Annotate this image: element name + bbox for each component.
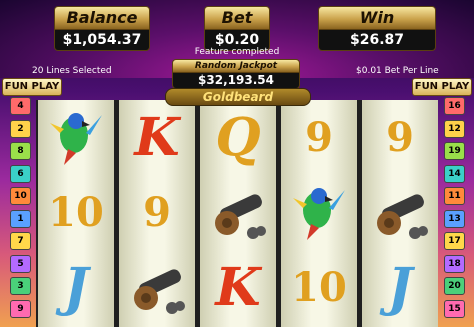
line-badge-11[interactable]: 11	[444, 187, 465, 205]
bet-panel[interactable]: Bet $0.20	[204, 6, 270, 51]
line-badge-4[interactable]: 4	[10, 97, 31, 115]
reel-2: K 9	[119, 100, 195, 327]
reel-1-symbol-3: J	[38, 250, 114, 325]
lines-selected: 20 Lines Selected	[32, 66, 112, 76]
line-badge-13[interactable]: 13	[444, 209, 465, 228]
symbol-k: K	[134, 107, 180, 168]
jackpot-panel: Random Jackpot $32,193.54	[172, 59, 300, 89]
symbol-ten: 10	[291, 264, 347, 311]
reel-5-symbol-3: J	[362, 250, 438, 325]
symbol-nine: 9	[143, 189, 171, 236]
symbol-k: K	[215, 257, 261, 318]
parrot-icon	[293, 187, 345, 240]
win-panel: Win $26.87	[318, 6, 436, 51]
status-text: Feature completed	[194, 47, 280, 57]
symbol-ten: 10	[48, 189, 104, 236]
line-badge-18[interactable]: 18	[444, 254, 465, 273]
balance-value: $1,054.37	[54, 30, 150, 51]
symbol-nine: 9	[386, 114, 414, 161]
line-badge-19[interactable]: 19	[444, 142, 465, 160]
line-badge-15[interactable]: 15	[444, 299, 465, 318]
bet-label: Bet	[204, 6, 270, 30]
reels-area: 10 J K 9 Q K 9 10 9 J	[36, 100, 438, 327]
symbol-nine: 9	[305, 114, 333, 161]
reel-4: 9 10	[281, 100, 357, 327]
line-badge-5[interactable]: 5	[10, 254, 31, 273]
win-label: Win	[318, 6, 436, 30]
reel-1-symbol-2: 10	[38, 175, 114, 250]
cannon-icon	[134, 268, 185, 314]
reel-3-symbol-2	[200, 175, 276, 250]
reel-3-symbol-1: Q	[200, 100, 276, 175]
symbol-j: J	[387, 257, 413, 318]
bet-per-line: $0.01 Bet Per Line	[356, 66, 439, 76]
line-badge-10[interactable]: 10	[10, 187, 31, 205]
line-badge-12[interactable]: 12	[444, 119, 465, 138]
reel-3: Q K	[200, 100, 276, 327]
line-badge-20[interactable]: 20	[444, 277, 465, 295]
balance-panel: Balance $1,054.37	[54, 6, 150, 51]
cannon-icon	[377, 193, 428, 239]
symbol-q: Q	[215, 107, 261, 168]
line-badge-14[interactable]: 14	[444, 164, 465, 183]
line-badge-16[interactable]: 16	[444, 97, 465, 115]
jackpot-label: Random Jackpot	[172, 59, 300, 73]
reel-3-symbol-3: K	[200, 250, 276, 325]
win-value: $26.87	[318, 30, 436, 51]
line-badge-2[interactable]: 2	[10, 119, 31, 138]
jackpot-value: $32,193.54	[172, 73, 300, 89]
reel-5-symbol-1: 9	[362, 100, 438, 175]
line-badge-8[interactable]: 8	[10, 142, 31, 160]
symbol-j: J	[63, 257, 89, 318]
reel-5-symbol-2	[362, 175, 438, 250]
line-badge-1[interactable]: 1	[10, 209, 31, 228]
line-badge-17[interactable]: 17	[444, 232, 465, 250]
balance-label: Balance	[54, 6, 150, 30]
line-badge-6[interactable]: 6	[10, 164, 31, 183]
line-badge-7[interactable]: 7	[10, 232, 31, 250]
game-logo: Goldbeard	[165, 88, 311, 106]
cannon-icon	[215, 193, 266, 239]
reel-4-symbol-1: 9	[281, 100, 357, 175]
line-badge-9[interactable]: 9	[10, 299, 31, 318]
fun-play-left[interactable]: FUN PLAY	[2, 78, 62, 96]
reel-4-symbol-2	[281, 175, 357, 250]
reel-5: 9 J	[362, 100, 438, 327]
fun-play-right[interactable]: FUN PLAY	[412, 78, 472, 96]
reel-2-symbol-1: K	[119, 100, 195, 175]
line-badge-3[interactable]: 3	[10, 277, 31, 295]
reel-1: 10 J	[38, 100, 114, 327]
reel-4-symbol-3: 10	[281, 250, 357, 325]
reel-1-symbol-1	[38, 100, 114, 175]
reel-2-symbol-3	[119, 250, 195, 325]
reel-2-symbol-2: 9	[119, 175, 195, 250]
parrot-icon	[50, 112, 102, 165]
